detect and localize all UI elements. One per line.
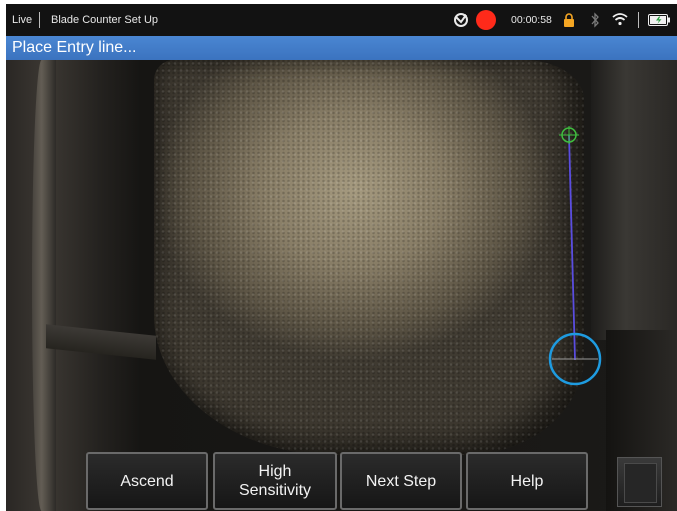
status-divider [39,12,40,28]
status-bar: Live Blade Counter Set Up 00:00:58 [6,4,677,36]
lock-icon [564,13,574,27]
next-step-button[interactable]: Next Step [340,452,462,510]
bluetooth-icon [591,12,599,28]
status-divider [638,12,639,28]
record-icon[interactable] [476,10,496,30]
camera-view[interactable]: Ascend High Sensitivity Next Step Help [6,60,677,511]
high-sensitivity-button[interactable]: High Sensitivity [213,452,337,510]
live-mode-label: Live [12,14,33,26]
sync-icon [454,13,468,27]
sensitivity-label-line2: Sensitivity [238,482,312,499]
help-label: Help [510,472,544,490]
measurement-overlay [548,126,602,386]
help-button[interactable]: Help [466,452,588,510]
ascend-button-label: Ascend [120,472,174,490]
ascend-button[interactable]: Ascend [86,452,208,510]
recording-timer: 00:00:58 [511,14,552,26]
entry-line-top-handle[interactable] [559,126,579,144]
next-step-label: Next Step [365,472,437,490]
inspection-screen: Live Blade Counter Set Up 00:00:58 Place… [6,4,677,511]
wifi-icon [612,13,628,26]
battery-icon [648,14,670,26]
entry-line[interactable] [568,134,576,361]
blank-softkey-button[interactable] [617,457,662,507]
instruction-banner: Place Entry line... [6,36,677,60]
blank-softkey-face [624,463,657,503]
screen-title: Blade Counter Set Up [51,14,159,26]
sensitivity-label-line1: High [258,463,292,480]
